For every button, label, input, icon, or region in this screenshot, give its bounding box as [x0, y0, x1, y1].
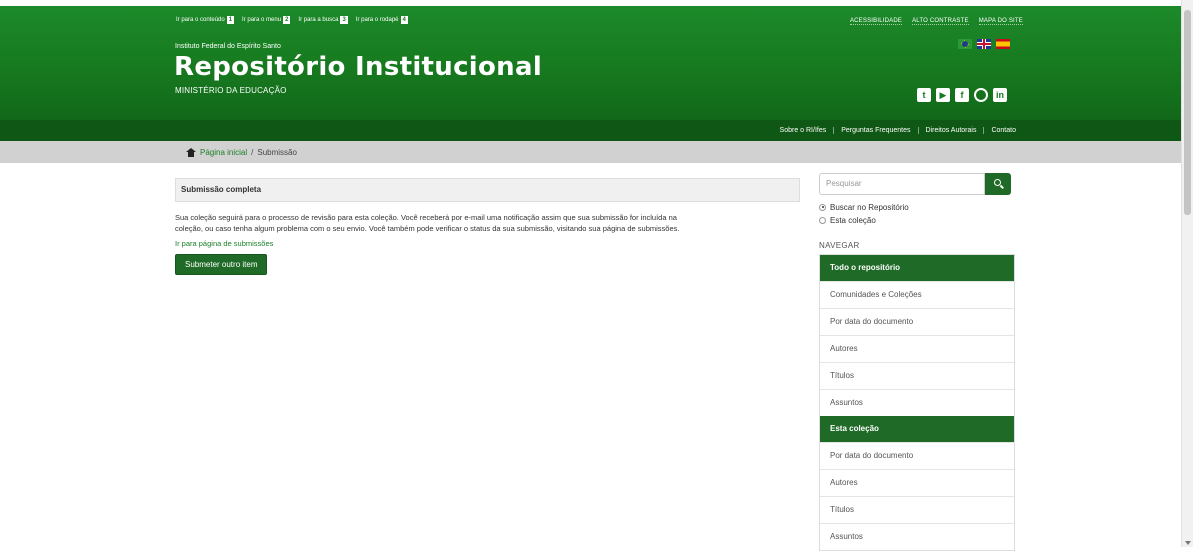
- skip-link-footer[interactable]: Ir para o rodapé 4: [356, 16, 408, 24]
- radio-button[interactable]: [819, 216, 826, 224]
- skip-links: Ir para o conteúdo 1 Ir para o menu 2 Ir p…: [176, 16, 408, 24]
- vertical-scrollbar[interactable]: [1181, 0, 1193, 547]
- browse-item[interactable]: Por data do documento: [820, 442, 1014, 469]
- main-nav: Sobre o RI/Ifes Perguntas Frequentes Dir…: [0, 120, 1181, 141]
- site-header: Ir para o conteúdo 1 Ir para o menu 2 Ir p…: [0, 6, 1181, 120]
- accessibility-links: ACESSIBILIDADE ALTO CONTRASTE MAPA DO SI…: [849, 18, 1023, 25]
- radio-button[interactable]: [819, 203, 826, 211]
- radio-option-collection[interactable]: Esta coleção: [819, 214, 1015, 226]
- browse-item[interactable]: Títulos: [820, 362, 1014, 389]
- page-title: Submissão completa: [175, 178, 800, 202]
- linkedin-icon[interactable]: in: [993, 88, 1007, 102]
- browse-item[interactable]: Títulos: [820, 496, 1014, 523]
- youtube-icon[interactable]: ▶: [936, 88, 950, 102]
- high-contrast-link[interactable]: ALTO CONTRASTE: [912, 18, 969, 25]
- browse-item[interactable]: Autores: [820, 335, 1014, 362]
- ministry-name: MINISTÉRIO DA EDUCAÇÃO: [175, 86, 287, 95]
- nav-item-about[interactable]: Sobre o RI/Ifes: [773, 127, 835, 134]
- search-input[interactable]: Pesquisar: [819, 173, 985, 195]
- browse-group-repository[interactable]: Todo o repositório: [820, 255, 1014, 281]
- radio-option-repository[interactable]: Buscar no Repositório: [819, 201, 1015, 213]
- nav-item-contact[interactable]: Contato: [984, 127, 1016, 134]
- breadcrumb-separator: /: [251, 148, 254, 157]
- breadcrumb-current: Submissão: [257, 148, 297, 157]
- search-scope: Buscar no Repositório Esta coleção: [819, 201, 1015, 226]
- scrollbar-thumb[interactable]: [1184, 10, 1191, 215]
- site-title[interactable]: Repositório Institucional: [174, 52, 542, 82]
- submissions-page-link[interactable]: Ir para página de submissões: [175, 239, 800, 248]
- message-line: Sua coleção seguirá para o processo de r…: [175, 213, 677, 222]
- search-icon[interactable]: [985, 173, 1011, 195]
- browse-item[interactable]: Autores: [820, 469, 1014, 496]
- browse-item[interactable]: Assuntos: [820, 523, 1014, 550]
- uk-flag-icon[interactable]: [977, 39, 991, 49]
- institution-name: Instituto Federal do Espírito Santo: [175, 43, 281, 50]
- brazil-flag-icon[interactable]: [958, 39, 972, 49]
- breadcrumb-home-link[interactable]: Página inicial: [200, 148, 247, 157]
- site-map-link[interactable]: MAPA DO SITE: [978, 18, 1023, 25]
- accessibility-link[interactable]: ACESSIBILIDADE: [849, 18, 903, 25]
- scroll-down-arrow-icon[interactable]: [1185, 541, 1191, 545]
- spain-flag-icon[interactable]: [996, 39, 1010, 49]
- browse-item[interactable]: Comunidades e Coleções: [820, 281, 1014, 308]
- skip-link-content[interactable]: Ir para o conteúdo 1: [176, 16, 235, 24]
- social-links: t ▶ f in: [917, 88, 1007, 102]
- instagram-icon[interactable]: [974, 88, 988, 102]
- sidebar: Pesquisar Buscar no Repositório Esta col…: [819, 173, 1015, 551]
- home-icon: [186, 148, 196, 157]
- submit-another-item-button[interactable]: Submeter outro item: [175, 254, 268, 275]
- completion-message: Sua coleção seguirá para o processo de r…: [175, 212, 800, 234]
- main-content: Submissão completa Sua coleção seguirá p…: [175, 178, 800, 275]
- language-flags: [958, 39, 1010, 49]
- message-line: coleção, ou caso tenha algum problema co…: [175, 224, 680, 233]
- browse-heading: NAVEGAR: [819, 241, 860, 250]
- browse-item[interactable]: Assuntos: [820, 389, 1014, 416]
- nav-item-faq[interactable]: Perguntas Frequentes: [834, 127, 919, 134]
- breadcrumb: Página inicial / Submissão: [186, 148, 297, 157]
- twitter-icon[interactable]: t: [917, 88, 931, 102]
- browse-item[interactable]: Por data do documento: [820, 308, 1014, 335]
- skip-link-search[interactable]: Ir para a busca 3: [298, 16, 348, 24]
- browse-group-collection[interactable]: Esta coleção: [820, 416, 1014, 442]
- nav-item-copyright[interactable]: Direitos Autorais: [919, 127, 985, 134]
- facebook-icon[interactable]: f: [955, 88, 969, 102]
- skip-link-menu[interactable]: Ir para o menu 2: [242, 16, 291, 24]
- breadcrumb-bar: Página inicial / Submissão: [0, 141, 1181, 163]
- search-form: Pesquisar: [819, 173, 1015, 195]
- browse-list: Todo o repositório Comunidades e Coleçõe…: [819, 254, 1015, 551]
